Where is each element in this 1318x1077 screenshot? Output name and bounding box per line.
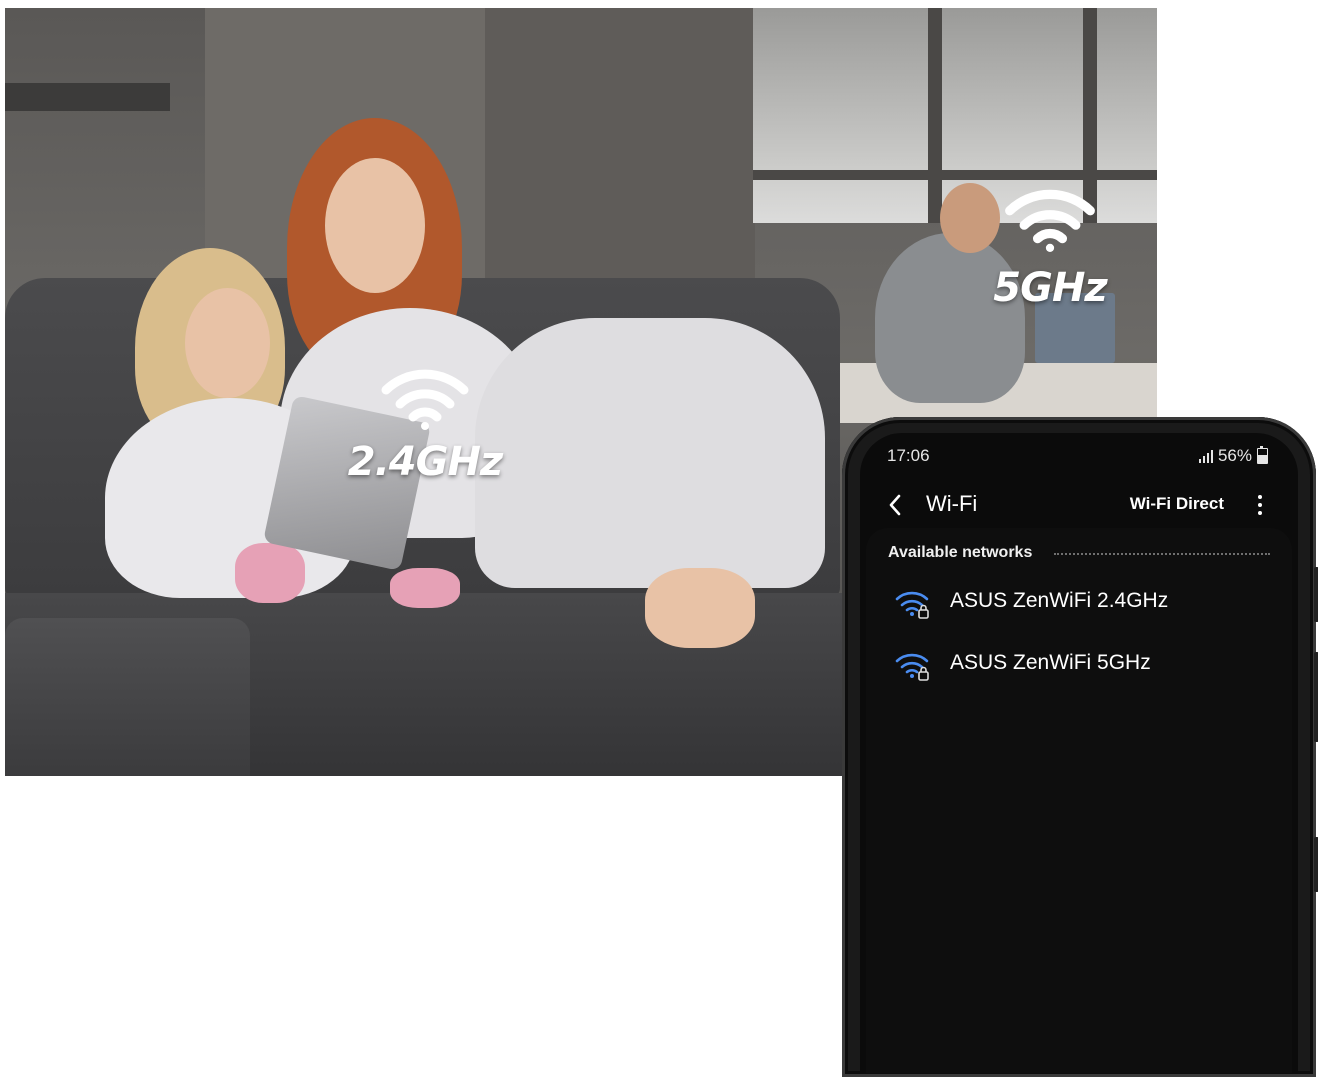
girl-shoe xyxy=(235,543,305,603)
wall-shelf xyxy=(5,83,170,111)
wifi-icon xyxy=(1005,189,1095,252)
section-header: Available networks xyxy=(888,544,1033,561)
status-bar: 17:06 56% xyxy=(860,433,1298,477)
more-vertical-icon[interactable] xyxy=(1256,493,1264,517)
badge-2-4ghz: 2.4GHz xyxy=(335,368,515,484)
woman-face xyxy=(325,158,425,293)
badge-label: 5GHz xyxy=(993,265,1107,311)
woman-foot xyxy=(645,568,755,648)
volume-button xyxy=(1314,567,1318,622)
phone-screen: 17:06 56% Wi-Fi Wi-Fi Direct Available n… xyxy=(860,433,1298,1073)
battery-fill xyxy=(1258,455,1267,463)
girl-face xyxy=(185,288,270,398)
section-divider xyxy=(1054,553,1270,555)
badge-label: 2.4GHz xyxy=(347,439,503,485)
girl-shoe xyxy=(390,568,460,608)
network-name: ASUS ZenWiFi 5GHz xyxy=(950,651,1151,674)
battery-percent: 56% xyxy=(1217,446,1252,465)
power-button xyxy=(1314,652,1318,742)
status-time: 17:06 xyxy=(887,446,930,465)
status-indicators: 56% xyxy=(1198,446,1268,466)
chevron-left-icon[interactable] xyxy=(884,493,908,517)
wifi-lock-icon xyxy=(895,653,929,681)
wifi-direct-button[interactable]: Wi-Fi Direct xyxy=(1130,494,1224,514)
network-item[interactable]: ASUS ZenWiFi 5GHz xyxy=(860,637,1298,693)
page-title: Wi-Fi xyxy=(926,491,978,516)
signal-icon xyxy=(1198,449,1213,463)
badge-5ghz: 5GHz xyxy=(970,188,1130,310)
app-bar: Wi-Fi Wi-Fi Direct xyxy=(860,483,1298,527)
battery-icon xyxy=(1257,446,1268,464)
network-name: ASUS ZenWiFi 2.4GHz xyxy=(950,589,1169,612)
sofa-arm xyxy=(5,618,250,776)
network-item[interactable]: ASUS ZenWiFi 2.4GHz xyxy=(860,575,1298,631)
woman-legs xyxy=(475,318,825,588)
wifi-lock-icon xyxy=(895,591,929,619)
wifi-icon xyxy=(381,369,469,430)
side-button xyxy=(1314,837,1318,892)
